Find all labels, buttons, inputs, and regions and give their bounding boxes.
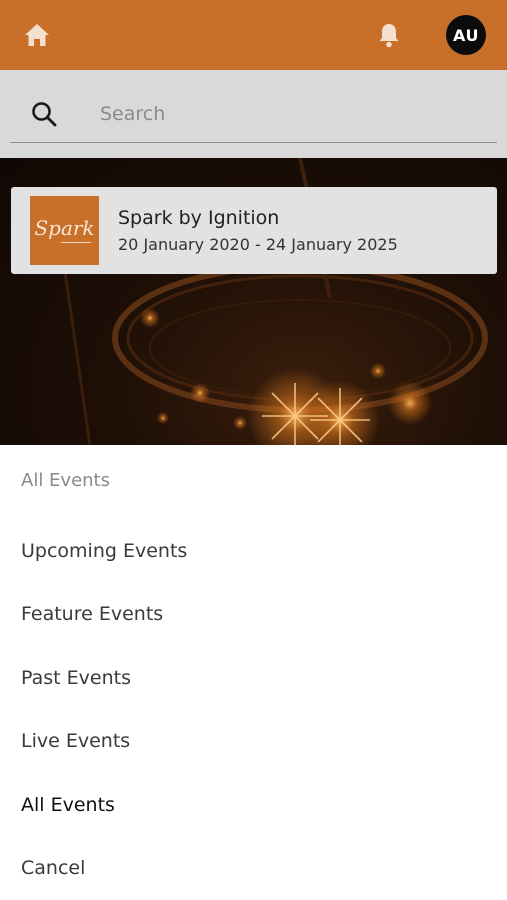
cancel-button[interactable]: Cancel [21, 857, 85, 879]
event-dates: 20 January 2020 - 24 January 2025 [118, 235, 398, 254]
bell-icon[interactable] [374, 20, 404, 50]
search-underline [10, 142, 497, 143]
home-icon[interactable] [22, 22, 52, 48]
option-upcoming-events[interactable]: Upcoming Events [21, 540, 187, 562]
search-icon[interactable] [30, 100, 58, 128]
top-app-bar [0, 0, 507, 70]
option-live-events[interactable]: Live Events [21, 730, 130, 752]
option-all-events[interactable]: All Events [21, 794, 115, 816]
avatar[interactable]: AU [446, 15, 486, 55]
event-title: Spark by Ignition [118, 207, 280, 229]
event-logo: Spark [30, 196, 99, 265]
sheet-title: All Events [21, 470, 110, 491]
event-card[interactable]: Spark Spark by Ignition 20 January 2020 … [11, 187, 497, 274]
search-input[interactable] [100, 96, 490, 132]
option-past-events[interactable]: Past Events [21, 667, 131, 689]
option-feature-events[interactable]: Feature Events [21, 603, 163, 625]
